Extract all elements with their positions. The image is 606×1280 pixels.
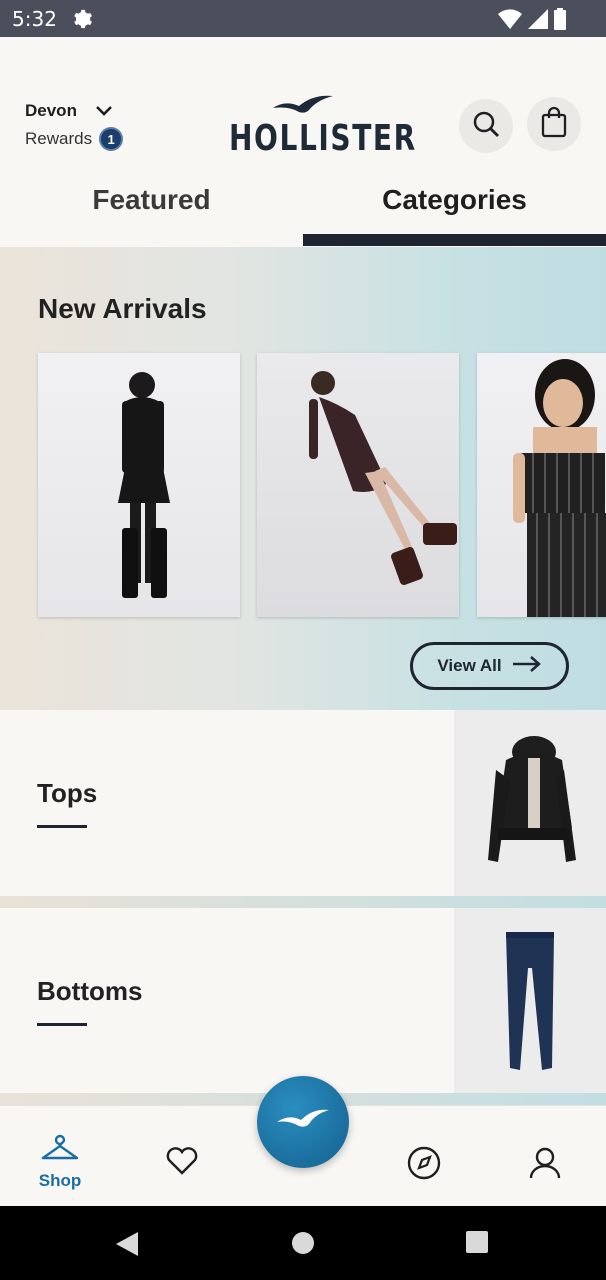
product-card[interactable] bbox=[257, 353, 459, 617]
product-image bbox=[513, 359, 606, 617]
search-button[interactable] bbox=[459, 99, 513, 153]
category-underline bbox=[37, 1023, 87, 1026]
brand-name: HOLLISTER bbox=[229, 118, 417, 159]
back-icon[interactable] bbox=[116, 1232, 138, 1261]
chevron-down-icon bbox=[95, 104, 113, 122]
nav-wishlist[interactable] bbox=[152, 1146, 212, 1181]
nav-explore[interactable] bbox=[394, 1146, 454, 1185]
tab-bar: Featured Categories bbox=[0, 177, 606, 247]
shopping-bag-icon bbox=[540, 106, 568, 143]
category-image bbox=[454, 908, 606, 1094]
nav-shop[interactable]: Shop bbox=[30, 1134, 90, 1191]
compass-icon bbox=[407, 1146, 441, 1184]
app-header: Devon Rewards 1 HOLLISTER Featured Categ… bbox=[0, 37, 606, 247]
heart-icon bbox=[165, 1147, 199, 1180]
nav-account[interactable] bbox=[515, 1146, 575, 1185]
view-all-label: View All bbox=[437, 656, 502, 675]
section-divider bbox=[0, 896, 606, 908]
rewards-count-badge: 1 bbox=[99, 127, 124, 151]
wifi-icon bbox=[498, 9, 522, 34]
product-card[interactable] bbox=[38, 353, 240, 617]
shopping-bag-button[interactable] bbox=[527, 97, 581, 151]
new-arrivals-section: New Arrivals View All bbox=[0, 247, 606, 710]
settings-gear-icon bbox=[71, 8, 93, 35]
seagull-icon bbox=[275, 1108, 331, 1137]
category-tops[interactable]: Tops bbox=[0, 710, 606, 896]
hanger-icon bbox=[40, 1134, 80, 1168]
status-bar: 5:32 bbox=[0, 0, 606, 37]
product-image bbox=[309, 371, 457, 585]
user-name: Devon bbox=[25, 101, 77, 120]
status-time: 5:32 bbox=[12, 7, 57, 31]
tab-featured[interactable]: Featured bbox=[0, 177, 303, 247]
category-label: Bottoms bbox=[37, 976, 143, 1006]
recents-icon[interactable] bbox=[466, 1231, 488, 1258]
product-card[interactable] bbox=[477, 353, 606, 617]
battery-icon bbox=[554, 8, 566, 35]
category-underline bbox=[37, 825, 87, 828]
home-icon[interactable] bbox=[291, 1231, 315, 1260]
home-fab-button[interactable] bbox=[257, 1076, 349, 1168]
rewards-label: Rewards bbox=[25, 129, 93, 148]
system-navigation-bar bbox=[0, 1206, 606, 1280]
arrow-right-icon bbox=[512, 655, 542, 678]
view-all-button[interactable]: View All bbox=[410, 642, 569, 690]
signal-icon bbox=[528, 9, 548, 34]
active-tab-indicator bbox=[303, 234, 606, 246]
search-icon bbox=[471, 109, 501, 144]
category-bottoms[interactable]: Bottoms bbox=[0, 908, 606, 1094]
user-rewards-menu[interactable]: Devon Rewards 1 bbox=[25, 101, 124, 151]
category-label: Tops bbox=[37, 778, 98, 808]
brand-logo: HOLLISTER bbox=[229, 92, 415, 162]
person-icon bbox=[528, 1147, 562, 1184]
category-image bbox=[454, 710, 606, 896]
nav-shop-label: Shop bbox=[38, 1171, 82, 1190]
product-image bbox=[118, 372, 170, 598]
new-arrivals-title: New Arrivals bbox=[38, 293, 207, 324]
